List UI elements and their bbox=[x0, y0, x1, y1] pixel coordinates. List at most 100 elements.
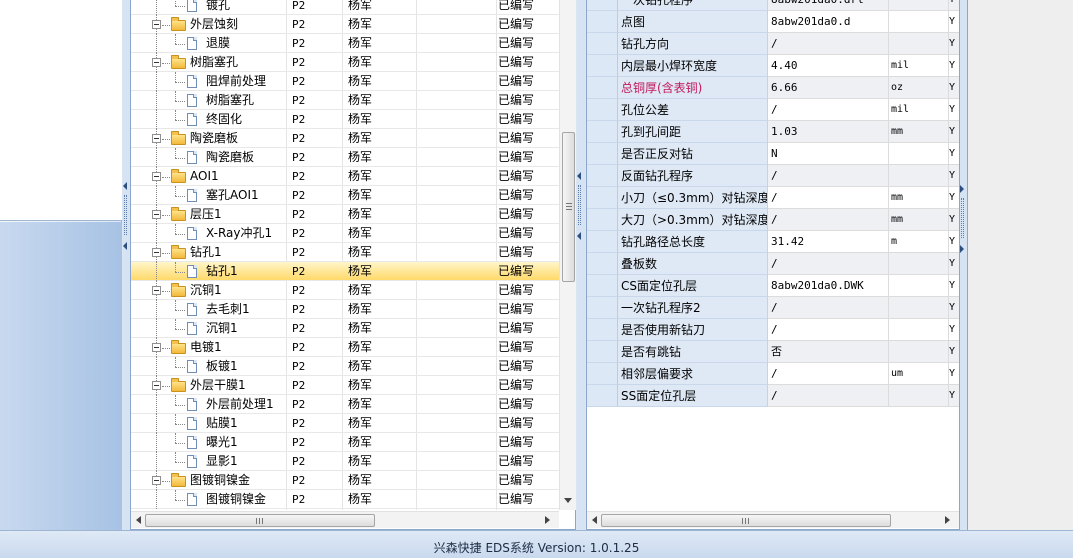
row-header-cell[interactable] bbox=[587, 0, 618, 11]
property-row[interactable]: 相邻层偏要求 / um Y bbox=[587, 363, 959, 385]
property-value-cell[interactable]: 8abw201da0.DWK bbox=[768, 275, 889, 297]
tree-row[interactable]: 树脂塞孔 P2 杨军 已编写 bbox=[131, 91, 559, 110]
tree-node-cell[interactable]: 沉铜1 bbox=[131, 281, 286, 300]
tree-node-cell[interactable]: 钻孔1 bbox=[131, 243, 286, 262]
property-value-cell[interactable]: / bbox=[768, 187, 889, 209]
property-value-cell[interactable]: 1.03 bbox=[768, 121, 889, 143]
tree-node-cell[interactable]: 层压1 bbox=[131, 205, 286, 224]
tree-node-cell[interactable]: X-Ray冲孔1 bbox=[131, 224, 286, 243]
row-header-cell[interactable] bbox=[587, 165, 618, 187]
scroll-left-arrow-icon[interactable] bbox=[592, 516, 597, 524]
collapse-node-icon[interactable] bbox=[152, 58, 161, 67]
property-row[interactable]: CS面定位孔层 8abw201da0.DWK Y bbox=[587, 275, 959, 297]
property-row[interactable]: 是否正反对钻 N Y bbox=[587, 143, 959, 165]
collapse-node-icon[interactable] bbox=[152, 172, 161, 181]
middle-splitter[interactable] bbox=[577, 0, 585, 530]
tree-row[interactable]: 沉铜1 P2 杨军 已编写 bbox=[131, 281, 559, 300]
tree-row[interactable]: 层压1 P2 杨军 已编写 bbox=[131, 205, 559, 224]
tree-node-cell[interactable]: 电镀1 bbox=[131, 338, 286, 357]
property-row[interactable]: 总铜厚(含表铜) 6.66 oz Y bbox=[587, 77, 959, 99]
collapse-node-icon[interactable] bbox=[152, 210, 161, 219]
row-header-cell[interactable] bbox=[587, 297, 618, 319]
tree-row[interactable]: 退膜 P2 杨军 已编写 bbox=[131, 34, 559, 53]
tree-row[interactable]: 终固化 P2 杨军 已编写 bbox=[131, 110, 559, 129]
row-header-cell[interactable] bbox=[587, 55, 618, 77]
tree-node-cell[interactable]: 图镀铜镍金 bbox=[131, 471, 286, 490]
property-value-cell[interactable]: N bbox=[768, 143, 889, 165]
tree-row[interactable]: 沉铜1 P2 杨军 已编写 bbox=[131, 319, 559, 338]
tree-row[interactable]: X-Ray冲孔1 P2 杨军 已编写 bbox=[131, 224, 559, 243]
property-row[interactable]: 孔位公差 / mil Y bbox=[587, 99, 959, 121]
property-row[interactable]: 叠板数 / Y bbox=[587, 253, 959, 275]
property-row[interactable]: 大刀（>0.3mm）对钻深度 / mm Y bbox=[587, 209, 959, 231]
tree-node-cell[interactable]: AOI1 bbox=[131, 167, 286, 186]
property-value-cell[interactable]: 否 bbox=[768, 341, 889, 363]
tree-vscroll-thumb[interactable] bbox=[562, 132, 575, 282]
property-row[interactable]: 小刀（≤0.3mm）对钻深度 / mm Y bbox=[587, 187, 959, 209]
property-value-cell[interactable]: / bbox=[768, 319, 889, 341]
collapse-arrow-icon[interactable] bbox=[577, 232, 581, 240]
row-header-cell[interactable] bbox=[587, 341, 618, 363]
property-value-cell[interactable]: 8abw201da0.drl bbox=[768, 0, 889, 11]
tree-node-cell[interactable]: 阻焊前处理 bbox=[131, 72, 286, 91]
property-value-cell[interactable]: 8abw201da0.d bbox=[768, 11, 889, 33]
scroll-down-arrow-icon[interactable] bbox=[564, 498, 572, 503]
row-header-cell[interactable] bbox=[587, 209, 618, 231]
right-splitter[interactable] bbox=[960, 0, 967, 530]
collapse-left-arrow-icon[interactable] bbox=[123, 182, 127, 190]
tree-node-cell[interactable]: 镀孔 bbox=[131, 0, 286, 15]
collapse-right-arrow-icon[interactable] bbox=[960, 185, 964, 193]
row-header-cell[interactable] bbox=[587, 187, 618, 209]
tree-node-cell[interactable]: 钻孔1 bbox=[131, 262, 286, 281]
row-header-cell[interactable] bbox=[587, 143, 618, 165]
tree-row[interactable]: 钻孔1 P2 杨军 已编写 bbox=[131, 262, 559, 281]
property-value-cell[interactable]: / bbox=[768, 363, 889, 385]
collapse-right-arrow-icon[interactable] bbox=[960, 245, 964, 253]
tree-row[interactable]: 板镀1 P2 杨军 已编写 bbox=[131, 357, 559, 376]
property-value-cell[interactable]: / bbox=[768, 165, 889, 187]
tree-row[interactable]: 外层前处理1 P2 杨军 已编写 bbox=[131, 395, 559, 414]
property-row[interactable]: 点图 8abw201da0.d Y bbox=[587, 11, 959, 33]
row-header-cell[interactable] bbox=[587, 33, 618, 55]
collapse-node-icon[interactable] bbox=[152, 381, 161, 390]
left-splitter[interactable] bbox=[123, 0, 130, 530]
tree-row[interactable]: 曝光1 P2 杨军 已编写 bbox=[131, 433, 559, 452]
tree-node-cell[interactable]: 退膜 bbox=[131, 34, 286, 53]
tree-row[interactable]: 陶瓷磨板 P2 杨军 已编写 bbox=[131, 129, 559, 148]
property-row[interactable]: 一次钻孔程序2/ Y bbox=[587, 297, 959, 319]
property-row[interactable]: 一次钻孔程序8abw201da0.drl Y bbox=[587, 0, 959, 11]
tree-row[interactable]: AOI1 P2 杨军 已编写 bbox=[131, 167, 559, 186]
row-header-cell[interactable] bbox=[587, 363, 618, 385]
row-header-cell[interactable] bbox=[587, 77, 618, 99]
tree-row[interactable]: 陶瓷磨板 P2 杨军 已编写 bbox=[131, 148, 559, 167]
property-row[interactable]: 反面钻孔程序 / Y bbox=[587, 165, 959, 187]
property-row[interactable]: 孔到孔间距 1.03 mm Y bbox=[587, 121, 959, 143]
row-header-cell[interactable] bbox=[587, 231, 618, 253]
collapse-node-icon[interactable] bbox=[152, 134, 161, 143]
scroll-right-arrow-icon[interactable] bbox=[945, 516, 950, 524]
property-value-cell[interactable]: 6.66 bbox=[768, 77, 889, 99]
scroll-left-arrow-icon[interactable] bbox=[136, 516, 141, 524]
tree-row[interactable]: 电镀1 P2 杨军 已编写 bbox=[131, 338, 559, 357]
row-header-cell[interactable] bbox=[587, 385, 618, 407]
row-header-cell[interactable] bbox=[587, 99, 618, 121]
row-header-cell[interactable] bbox=[587, 275, 618, 297]
tree-node-cell[interactable]: 塞孔AOI1 bbox=[131, 186, 286, 205]
property-value-cell[interactable]: / bbox=[768, 297, 889, 319]
property-row[interactable]: 是否使用新钻刀 / Y bbox=[587, 319, 959, 341]
collapse-node-icon[interactable] bbox=[152, 20, 161, 29]
property-value-cell[interactable]: / bbox=[768, 209, 889, 231]
property-row[interactable]: 钻孔方向 / Y bbox=[587, 33, 959, 55]
tree-node-cell[interactable]: 外层蚀刻 bbox=[131, 15, 286, 34]
property-value-cell[interactable]: / bbox=[768, 99, 889, 121]
property-value-cell[interactable]: / bbox=[768, 33, 889, 55]
property-value-cell[interactable]: 31.42 bbox=[768, 231, 889, 253]
tree-row[interactable]: 图镀铜镍金 P2 杨军 已编写 bbox=[131, 490, 559, 509]
tree-horizontal-scrollbar[interactable] bbox=[131, 511, 559, 528]
collapse-node-icon[interactable] bbox=[152, 248, 161, 257]
tree-row[interactable]: 镀孔 P2 杨军 已编写 bbox=[131, 0, 559, 15]
tree-hscroll-thumb[interactable] bbox=[145, 514, 375, 527]
property-hscroll-thumb[interactable] bbox=[601, 514, 891, 527]
row-header-cell[interactable] bbox=[587, 121, 618, 143]
tree-node-cell[interactable]: 沉铜1 bbox=[131, 319, 286, 338]
